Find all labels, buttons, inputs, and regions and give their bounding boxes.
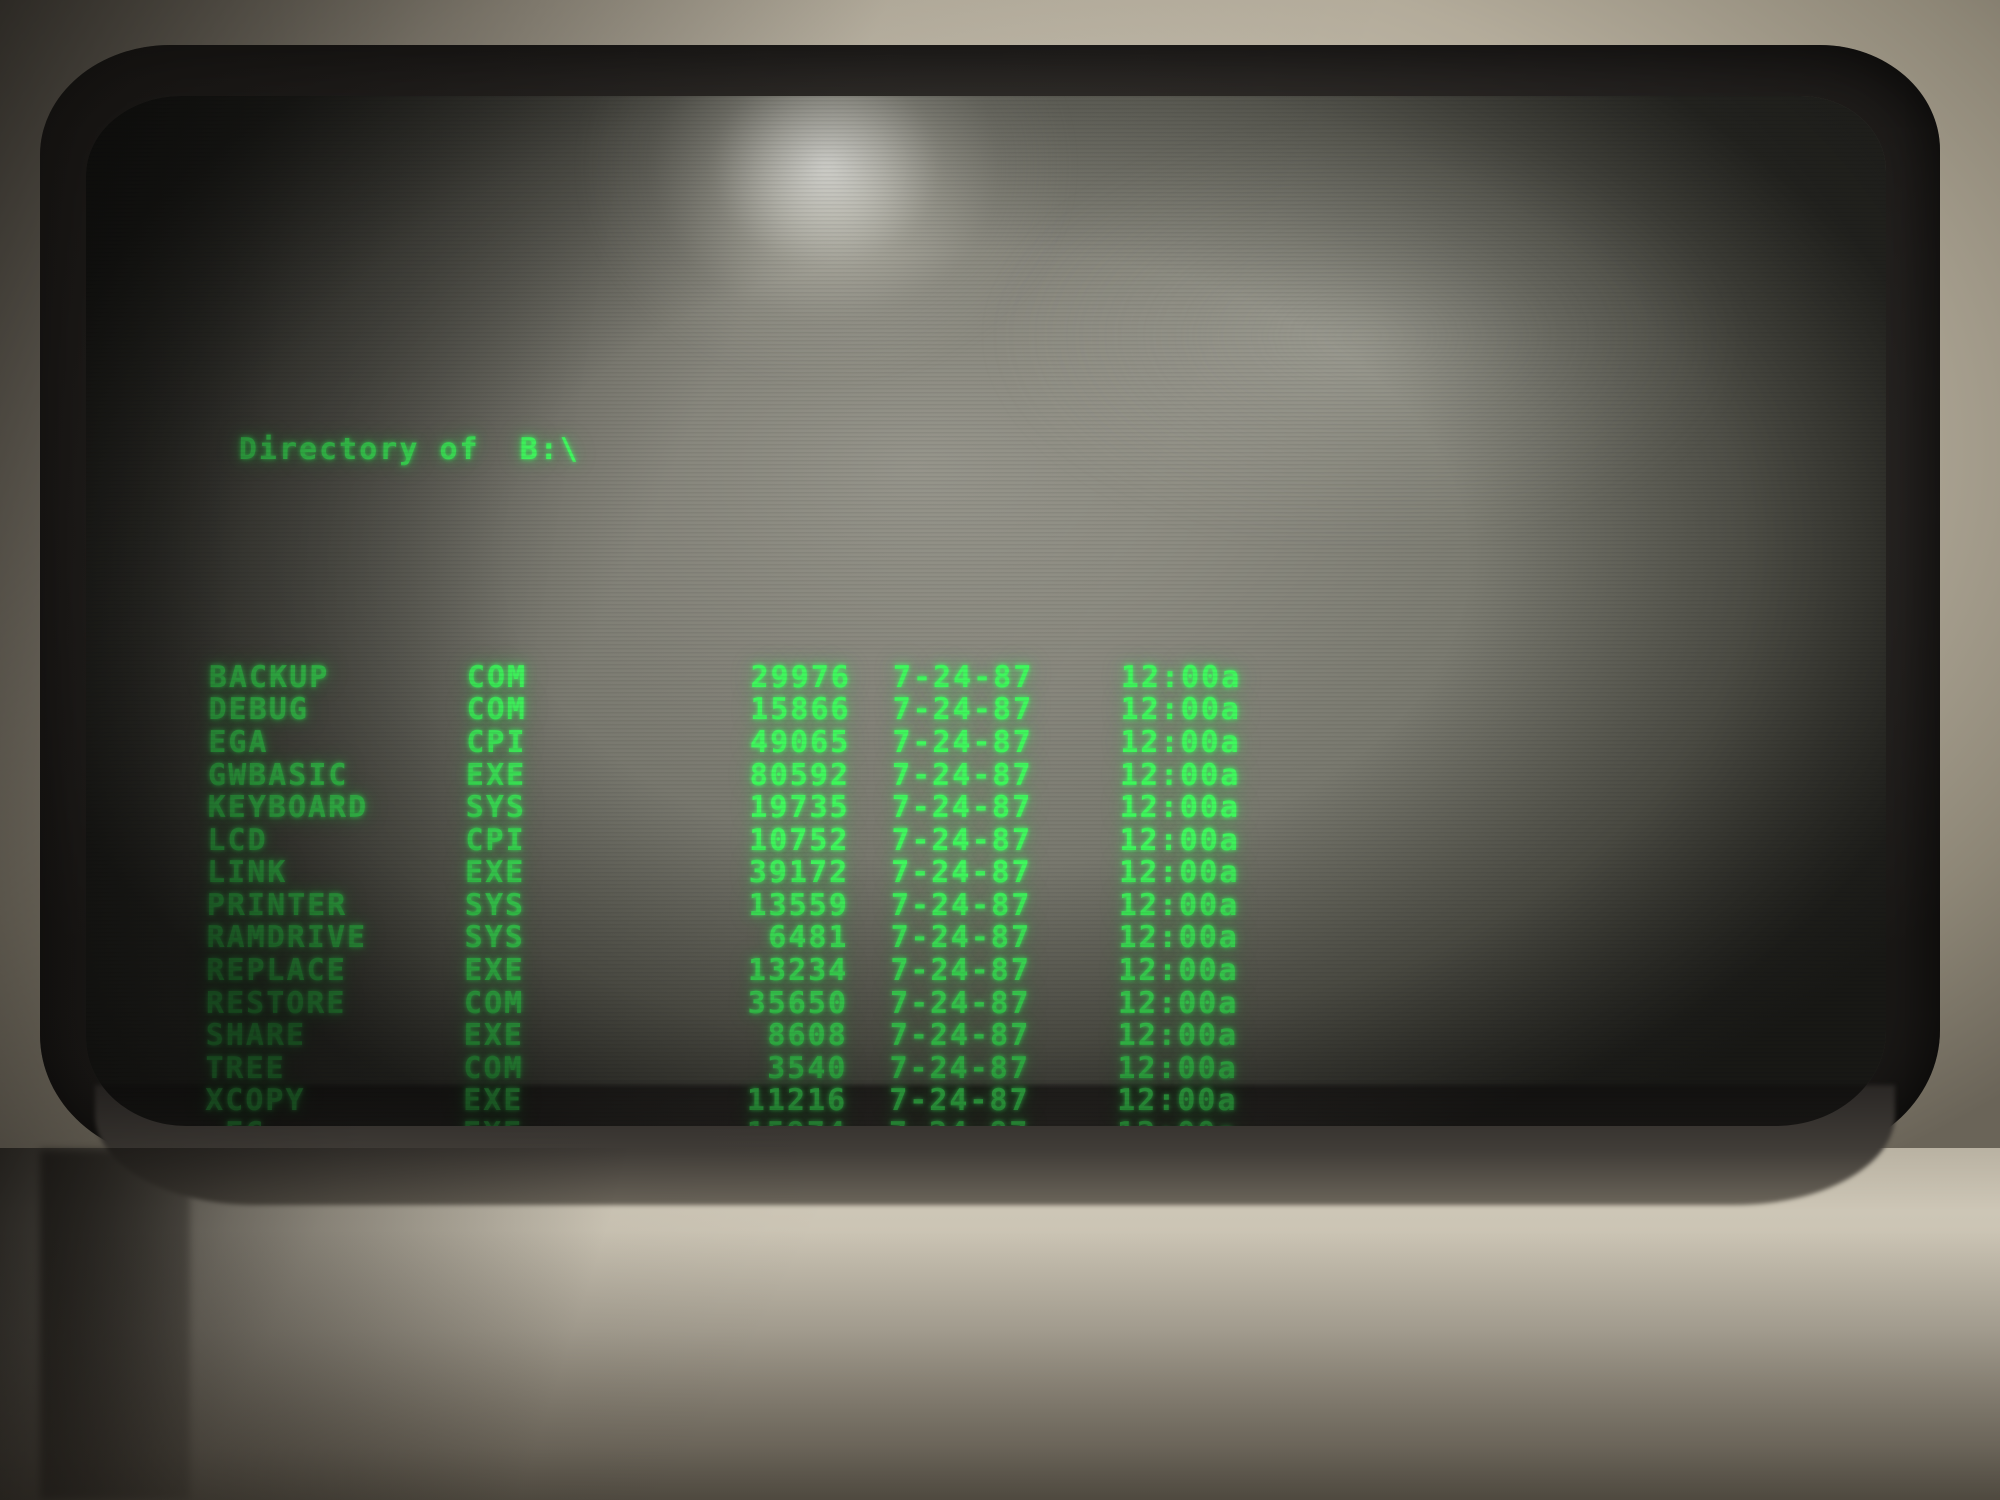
file-ext-cell: EXE bbox=[465, 757, 527, 793]
file-size-cell: 15866 bbox=[750, 692, 851, 728]
file-time-cell: 12:00a bbox=[1117, 985, 1239, 1021]
file-time-cell: 12:00a bbox=[1117, 1018, 1239, 1054]
file-ext-cell: SYS bbox=[465, 790, 527, 826]
file-ext-cell: EXE bbox=[464, 953, 525, 989]
file-ext-cell: EXE bbox=[462, 1083, 524, 1119]
file-name-cell: REPLACE bbox=[206, 953, 347, 989]
file-date-cell: 7-24-87 bbox=[891, 822, 1033, 858]
file-date-cell: 7-24-87 bbox=[890, 855, 1032, 891]
file-size-cell: 6481 bbox=[768, 920, 849, 956]
file-ext-cell: EXE bbox=[463, 1018, 525, 1054]
file-name-cell: SHARE bbox=[205, 1018, 307, 1054]
file-size-cell: 29976 bbox=[750, 659, 851, 695]
file-date-cell: 7-24-87 bbox=[847, 1116, 1089, 1126]
file-date-cell: 7-24-87 bbox=[892, 659, 1034, 695]
table-row: XCOPY EXE 11216 7-24-87 12:00a bbox=[204, 1083, 1765, 1119]
file-size-cell: 19735 bbox=[749, 790, 850, 826]
file-name-cell: BACKUP bbox=[208, 659, 330, 695]
file-time-cell: 12:00a bbox=[1118, 953, 1239, 989]
table-row: GWBASIC EXE 80592 7-24-87 12:00a bbox=[207, 757, 1768, 793]
dos-terminal-output: Directory of B:\ BACKUP COM 29976 7-24-87 12… bbox=[195, 238, 1772, 1126]
file-time-cell: 12:00a bbox=[1120, 724, 1241, 760]
file-size-cell: 15974 bbox=[651, 1116, 847, 1126]
file-date-cell: 7-24-87 bbox=[891, 757, 1033, 793]
file-size-cell: 80592 bbox=[749, 757, 851, 793]
table-row: DEBUG COM 15866 7-24-87 12:00a bbox=[208, 692, 1768, 728]
table-row: EGA CPI 49065 7-24-87 12:00a bbox=[208, 724, 1768, 760]
file-time-cell: 12:00a bbox=[1118, 887, 1240, 923]
table-row: FCEXE159747-24-8712:00a bbox=[205, 1116, 1765, 1126]
file-name-cell: XCOPY bbox=[204, 1083, 306, 1119]
file-ext-cell: CPI bbox=[466, 724, 527, 760]
table-row: LCD CPI 10752 7-24-87 12:00a bbox=[207, 822, 1767, 858]
file-time-cell: 12:00a bbox=[1120, 692, 1242, 728]
file-time-cell: 12:00a bbox=[1116, 1083, 1238, 1119]
directory-header: Directory of B:\ bbox=[238, 431, 581, 467]
file-size-cell: 35650 bbox=[747, 985, 849, 1021]
file-ext-cell: SYS bbox=[464, 887, 526, 923]
file-date-cell: 7-24-87 bbox=[890, 920, 1032, 956]
file-name-cell: KEYBOARD bbox=[207, 790, 369, 826]
file-time-cell: 12:00a bbox=[1118, 920, 1240, 956]
table-row: PRINTER SYS 13559 7-24-87 12:00a bbox=[206, 887, 1767, 923]
directory-file-list: BACKUP COM 29976 7-24-87 12:00a DEBUG COM 15866… bbox=[204, 659, 1769, 1126]
file-ext-cell: EXE bbox=[464, 855, 526, 891]
file-date-cell: 7-24-87 bbox=[890, 887, 1032, 923]
file-name-cell: DEBUG bbox=[208, 692, 310, 728]
file-date-cell: 7-24-87 bbox=[892, 692, 1034, 728]
file-date-cell: 7-24-87 bbox=[888, 1083, 1030, 1119]
table-row: TREE COM 3540 7-24-87 12:00a bbox=[205, 1050, 1765, 1086]
file-time-cell: 12:00a bbox=[1120, 659, 1242, 695]
file-date-cell: 7-24-87 bbox=[891, 790, 1033, 826]
file-date-cell: 7-24-87 bbox=[892, 724, 1033, 760]
file-size-cell: 13234 bbox=[747, 953, 849, 989]
file-name-cell: LCD bbox=[207, 822, 268, 858]
file-ext-cell: COM bbox=[466, 659, 528, 695]
monitor-case-foot bbox=[40, 1150, 190, 1500]
file-name-cell: PRINTER bbox=[206, 887, 348, 923]
file-size-cell: 8608 bbox=[767, 1018, 848, 1054]
file-time-cell: 12:00a bbox=[1119, 822, 1240, 858]
file-size-cell: 49065 bbox=[749, 724, 851, 760]
file-time-cell: 12:00a bbox=[1118, 855, 1240, 891]
file-time-cell: 12:00a bbox=[1117, 1050, 1238, 1086]
monitor-bezel: Directory of B:\ BACKUP COM 29976 7-24-87 12… bbox=[0, 0, 2000, 1500]
file-time-cell: 12:00a bbox=[1119, 790, 1241, 826]
file-ext-cell: COM bbox=[463, 985, 525, 1021]
table-row: LINK EXE 39172 7-24-87 12:00a bbox=[206, 855, 1767, 891]
file-date-cell: 7-24-87 bbox=[889, 985, 1031, 1021]
file-ext-cell: SYS bbox=[464, 920, 525, 956]
file-size-cell: 39172 bbox=[748, 855, 850, 891]
file-time-cell: 12:00a bbox=[1089, 1116, 1277, 1126]
table-row: SHARE EXE 8608 7-24-87 12:00a bbox=[205, 1018, 1766, 1054]
file-size-cell: 10752 bbox=[748, 822, 850, 858]
crt-screen[interactable]: Directory of B:\ BACKUP COM 29976 7-24-87 12… bbox=[86, 96, 1886, 1126]
file-ext-cell: COM bbox=[466, 692, 527, 728]
file-size-cell: 11216 bbox=[746, 1083, 848, 1119]
file-size-cell: 3540 bbox=[767, 1050, 848, 1086]
table-row: RESTORE COM 35650 7-24-87 12:00a bbox=[205, 985, 1766, 1021]
file-date-cell: 7-24-87 bbox=[889, 1050, 1031, 1086]
table-row: REPLACE EXE 13234 7-24-87 12:00a bbox=[206, 953, 1766, 989]
file-name-cell: RAMDRIVE bbox=[206, 920, 368, 956]
file-name-cell: FC bbox=[205, 1116, 463, 1126]
file-name-cell: RESTORE bbox=[205, 985, 347, 1021]
table-row: RAMDRIVE SYS 6481 7-24-87 12:00a bbox=[206, 920, 1766, 956]
file-name-cell: GWBASIC bbox=[207, 757, 349, 793]
file-ext-cell: COM bbox=[463, 1050, 524, 1086]
file-name-cell: LINK bbox=[206, 855, 288, 891]
file-size-cell: 13559 bbox=[748, 887, 850, 923]
file-name-cell: TREE bbox=[205, 1050, 286, 1086]
file-ext-cell: EXE bbox=[463, 1116, 651, 1126]
file-ext-cell: CPI bbox=[465, 822, 526, 858]
file-time-cell: 12:00a bbox=[1119, 757, 1241, 793]
table-row: BACKUP COM 29976 7-24-87 12:00a bbox=[208, 659, 1769, 695]
file-name-cell: EGA bbox=[208, 724, 269, 760]
table-row: KEYBOARD SYS 19735 7-24-87 12:00a bbox=[207, 790, 1768, 826]
file-date-cell: 7-24-87 bbox=[890, 953, 1031, 989]
file-date-cell: 7-24-87 bbox=[889, 1018, 1031, 1054]
